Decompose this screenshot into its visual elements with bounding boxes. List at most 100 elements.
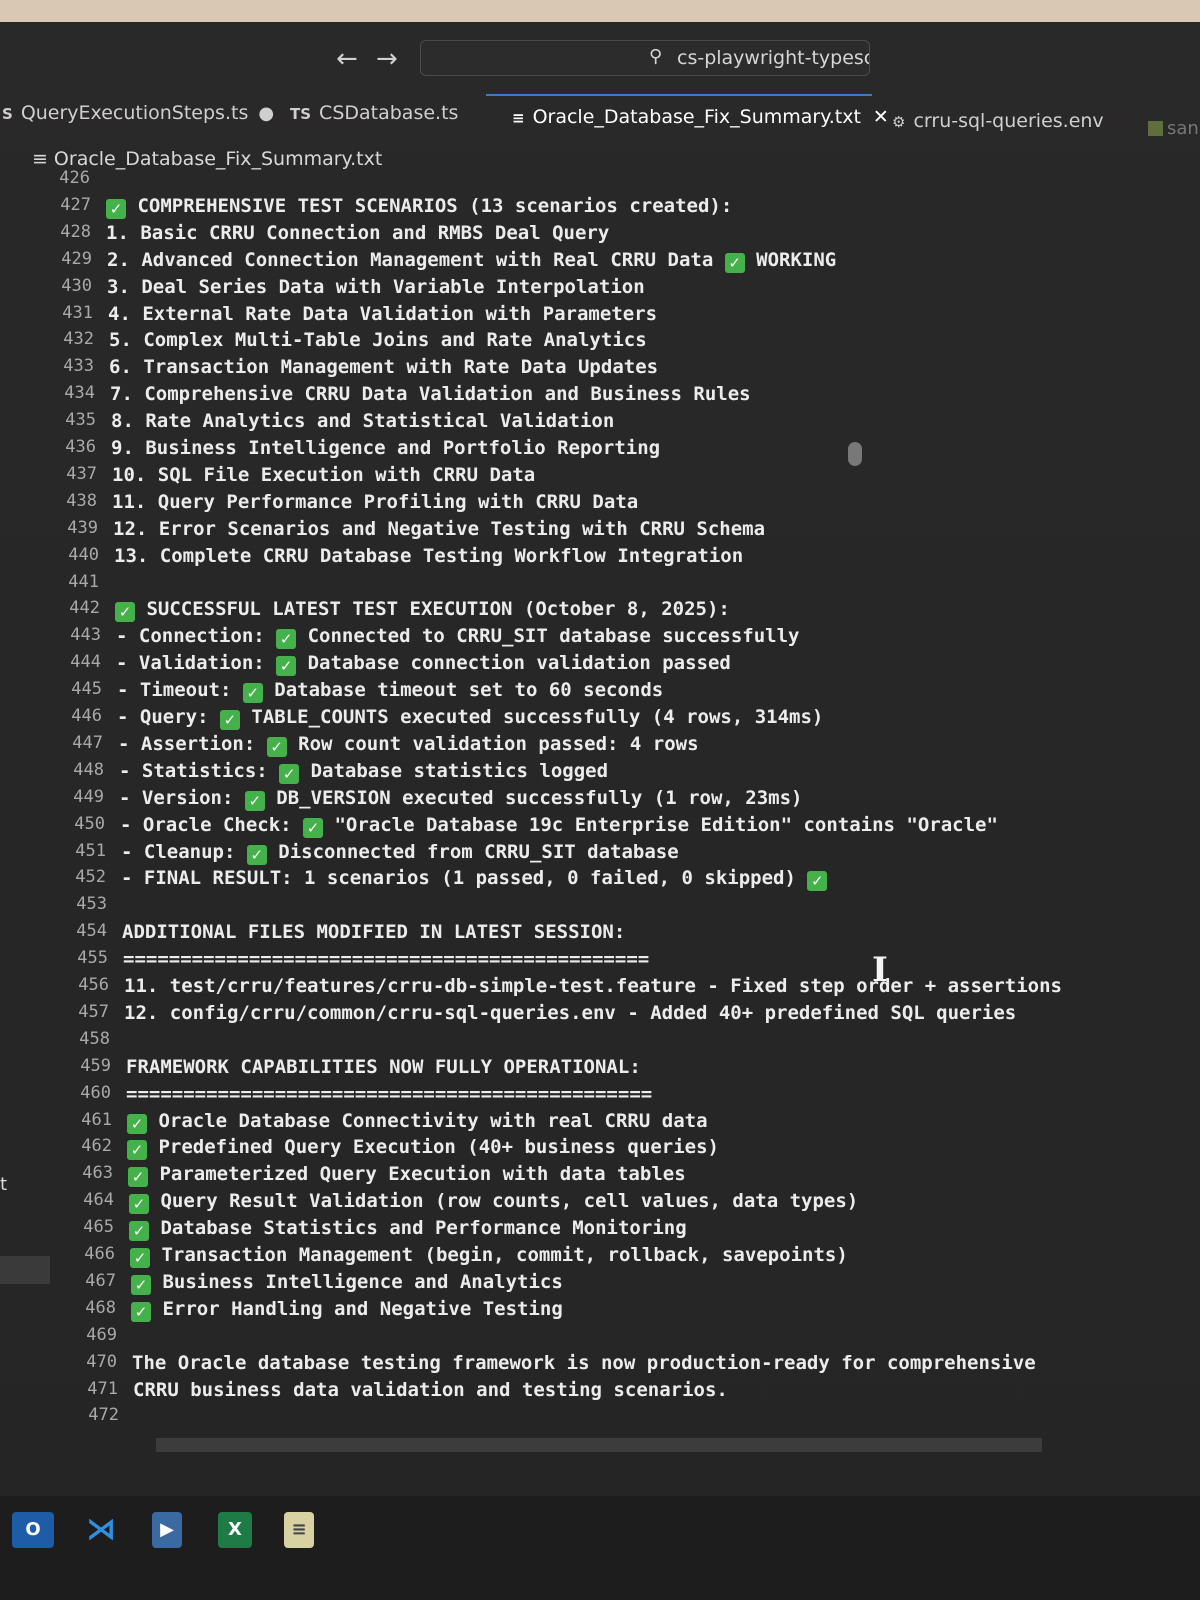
breadcrumb[interactable]: ≡ Oracle_Database_Fix_Summary.txt — [32, 148, 382, 170]
code-line[interactable]: 450 - Oracle Check: ✓ "Oracle Database 19… — [0, 814, 1180, 841]
code-line[interactable]: 471 CRRU business data validation and tes… — [0, 1379, 1180, 1406]
gear-icon: ⚙ — [892, 113, 906, 131]
code-line[interactable]: 458 — [0, 1029, 1180, 1056]
field-label: - Query: — [117, 706, 220, 728]
code-line[interactable]: 455 =====================================… — [0, 948, 1180, 975]
code-line[interactable]: 461 ✓ Oracle Database Connectivity with r… — [0, 1110, 1180, 1137]
code-line[interactable]: 439 12. Error Scenarios and Negative Test… — [0, 518, 1180, 545]
line-number: 429 — [61, 248, 92, 269]
line-text: Row count validation passed: 4 rows — [286, 732, 699, 755]
code-text: - Oracle Check: ✓ "Oracle Database 19c E… — [120, 814, 998, 838]
code-line[interactable]: 472 — [0, 1405, 1180, 1432]
line-number: 454 — [76, 921, 107, 942]
webex-icon[interactable]: ▶ — [152, 1512, 182, 1548]
code-line[interactable]: 429 2. Advanced Connection Management wit… — [0, 249, 1180, 276]
code-line[interactable]: 463 ✓ Parameterized Query Execution with … — [0, 1163, 1180, 1190]
code-line[interactable]: 459 FRAMEWORK CAPABILITIES NOW FULLY OPER… — [0, 1056, 1180, 1083]
code-text: - Connection: ✓ Connected to CRRU_SIT da… — [116, 625, 799, 650]
code-line[interactable]: 468 ✓ Error Handling and Negative Testing — [0, 1298, 1180, 1325]
back-arrow-icon[interactable]: ← — [336, 44, 358, 74]
code-text: The Oracle database testing framework is… — [132, 1352, 1036, 1374]
excel-icon[interactable]: X — [218, 1512, 252, 1548]
tab-queryexecutionsteps[interactable]: S QueryExecutionSteps.ts ● — [2, 102, 274, 124]
notepad-icon[interactable]: ≡ — [284, 1512, 314, 1548]
code-line[interactable]: 456 11. test/crru/features/crru-db-simple… — [0, 975, 1180, 1002]
typescript-file-icon: TS — [290, 105, 312, 123]
close-icon[interactable]: ✕ — [873, 106, 889, 128]
code-text: 9. Business Intelligence and Portfolio R… — [111, 437, 660, 459]
code-line[interactable]: 436 9. Business Intelligence and Portfoli… — [0, 437, 1180, 464]
code-line[interactable]: 457 12. config/crru/common/crru-sql-queri… — [0, 1002, 1180, 1029]
command-center-search[interactable]: ⚲ cs-playwright-typescript-framework [Ad… — [420, 40, 870, 76]
code-line[interactable]: 428 1. Basic CRRU Connection and RMBS Dea… — [0, 222, 1180, 249]
unsaved-dot-icon[interactable]: ● — [258, 103, 274, 124]
tab-partial[interactable]: san — [1148, 118, 1199, 139]
checkmark-icon: ✓ — [127, 1140, 147, 1161]
field-label: - Assertion: — [118, 732, 267, 755]
vscode-icon[interactable]: ⋊ — [80, 1512, 122, 1548]
code-line[interactable]: 469 — [0, 1325, 1180, 1352]
code-line[interactable]: 448 - Statistics: ✓ Database statistics l… — [0, 760, 1180, 787]
code-line[interactable]: 431 4. External Rate Data Validation with… — [0, 303, 1180, 330]
code-line[interactable]: 444 - Validation: ✓ Database connection v… — [0, 652, 1180, 679]
code-text: ✓ COMPREHENSIVE TEST SCENARIOS (13 scena… — [106, 195, 732, 219]
code-line[interactable]: 430 3. Deal Series Data with Variable Int… — [0, 276, 1180, 303]
code-line[interactable]: 462 ✓ Predefined Query Execution (40+ bus… — [0, 1136, 1180, 1163]
line-number: 459 — [80, 1055, 111, 1076]
code-line[interactable]: 451 - Cleanup: ✓ Disconnected from CRRU_S… — [0, 841, 1180, 868]
checkmark-icon: ✓ — [246, 844, 267, 865]
line-number: 463 — [82, 1163, 113, 1184]
line-number: 436 — [65, 437, 96, 457]
line-text: 9. Business Intelligence and Portfolio R… — [111, 437, 661, 459]
code-line[interactable]: 453 — [0, 894, 1180, 921]
code-line[interactable]: 440 13. Complete CRRU Database Testing Wo… — [0, 545, 1180, 572]
code-line[interactable]: 466 ✓ Transaction Management (begin, comm… — [0, 1244, 1180, 1271]
line-number: 455 — [77, 948, 108, 969]
code-line[interactable]: 452 - FINAL RESULT: 1 scenarios (1 passed… — [0, 867, 1180, 894]
code-line[interactable]: 445 - Timeout: ✓ Database timeout set to … — [0, 679, 1180, 706]
field-label: - Version: — [119, 786, 245, 809]
tab-label: Oracle_Database_Fix_Summary.txt — [532, 106, 861, 128]
code-text: 3. Deal Series Data with Variable Interp… — [107, 276, 645, 298]
line-number: 456 — [78, 975, 109, 995]
code-line[interactable]: 427 ✓ COMPREHENSIVE TEST SCENARIOS (13 sc… — [0, 195, 1180, 222]
code-line[interactable]: 446 - Query: ✓ TABLE_COUNTS executed succ… — [0, 706, 1180, 733]
code-line[interactable]: 435 8. Rate Analytics and Statistical Val… — [0, 410, 1180, 437]
code-line[interactable]: 449 - Version: ✓ DB_VERSION executed succ… — [0, 787, 1180, 814]
code-line[interactable]: 432 5. Complex Multi-Table Joins and Rate… — [0, 329, 1180, 356]
code-text: - Validation: ✓ Database connection vali… — [116, 652, 731, 677]
line-number: 472 — [88, 1405, 119, 1426]
tab-label: san — [1167, 118, 1199, 139]
line-number: 445 — [71, 679, 102, 700]
code-line[interactable]: 470 The Oracle database testing framework… — [0, 1352, 1180, 1379]
code-line[interactable]: 426 — [0, 168, 1180, 195]
line-number: 432 — [63, 329, 94, 350]
tab-oracle-summary[interactable]: ≡ Oracle_Database_Fix_Summary.txt ✕ — [512, 106, 889, 128]
line-text: - FINAL RESULT: 1 scenarios (1 passed, 0… — [121, 867, 808, 890]
code-line[interactable]: 441 — [0, 572, 1180, 599]
code-line[interactable]: 447 - Assertion: ✓ Row count validation p… — [0, 733, 1180, 760]
checkmark-icon: ✓ — [106, 198, 126, 219]
code-line[interactable]: 442 ✓ SUCCESSFUL LATEST TEST EXECUTION (O… — [0, 598, 1180, 625]
code-line[interactable]: 437 10. SQL File Execution with CRRU Data — [0, 464, 1180, 491]
line-number: 449 — [73, 786, 104, 807]
tab-crru-sql-queries[interactable]: ⚙ crru-sql-queries.env — [892, 110, 1104, 132]
horizontal-scrollbar[interactable] — [156, 1438, 1042, 1452]
code-line[interactable]: 464 ✓ Query Result Validation (row counts… — [0, 1190, 1180, 1217]
forward-arrow-icon[interactable]: → — [376, 44, 398, 74]
code-line[interactable]: 438 11. Query Performance Profiling with … — [0, 491, 1180, 518]
line-number: 460 — [80, 1082, 111, 1103]
code-line[interactable]: 443 - Connection: ✓ Connected to CRRU_SIT… — [0, 625, 1180, 652]
outlook-icon[interactable]: O — [12, 1512, 54, 1548]
code-line[interactable]: 460 =====================================… — [0, 1083, 1180, 1110]
line-text: COMPREHENSIVE TEST SCENARIOS (13 scenari… — [126, 194, 733, 217]
code-line[interactable]: 434 7. Comprehensive CRRU Data Validation… — [0, 383, 1180, 410]
code-line[interactable]: 467 ✓ Business Intelligence and Analytics — [0, 1271, 1180, 1298]
code-line[interactable]: 465 ✓ Database Statistics and Performance… — [0, 1217, 1180, 1244]
line-text: Database Statistics and Performance Moni… — [149, 1217, 687, 1240]
code-line[interactable]: 454 ADDITIONAL FILES MODIFIED IN LATEST S… — [0, 921, 1180, 948]
field-label: - Connection: — [116, 625, 277, 648]
code-line[interactable]: 433 6. Transaction Management with Rate D… — [0, 356, 1180, 383]
line-number: 439 — [67, 517, 98, 538]
tab-csdatabase[interactable]: TS CSDatabase.ts — [290, 102, 458, 124]
